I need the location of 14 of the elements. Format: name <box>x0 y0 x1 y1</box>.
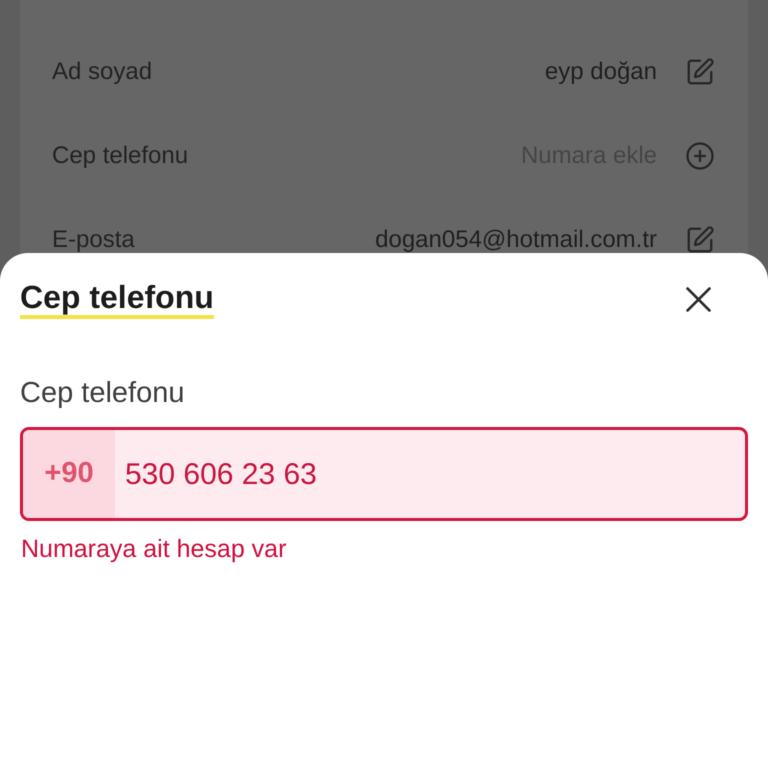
close-icon[interactable] <box>686 286 711 312</box>
row-label: E-posta <box>52 225 135 255</box>
row-value: dogan054@hotmail.com.tr <box>375 225 657 255</box>
phone-number-input[interactable]: 530 606 23 63 <box>115 430 745 518</box>
row-label: Ad soyad <box>52 57 152 87</box>
row-label: Cep telefonu <box>52 141 188 171</box>
row-value: eyp doğan <box>544 57 657 87</box>
edit-icon[interactable] <box>685 225 715 255</box>
field-label: Cep telefonu <box>20 377 184 409</box>
phone-field[interactable]: +90 530 606 23 63 <box>20 427 748 521</box>
sheet-title: Cep telefonu <box>20 279 214 319</box>
country-code-prefix: +90 <box>23 430 115 518</box>
error-message: Numaraya ait hesap var <box>21 534 286 564</box>
add-icon[interactable] <box>685 141 715 171</box>
